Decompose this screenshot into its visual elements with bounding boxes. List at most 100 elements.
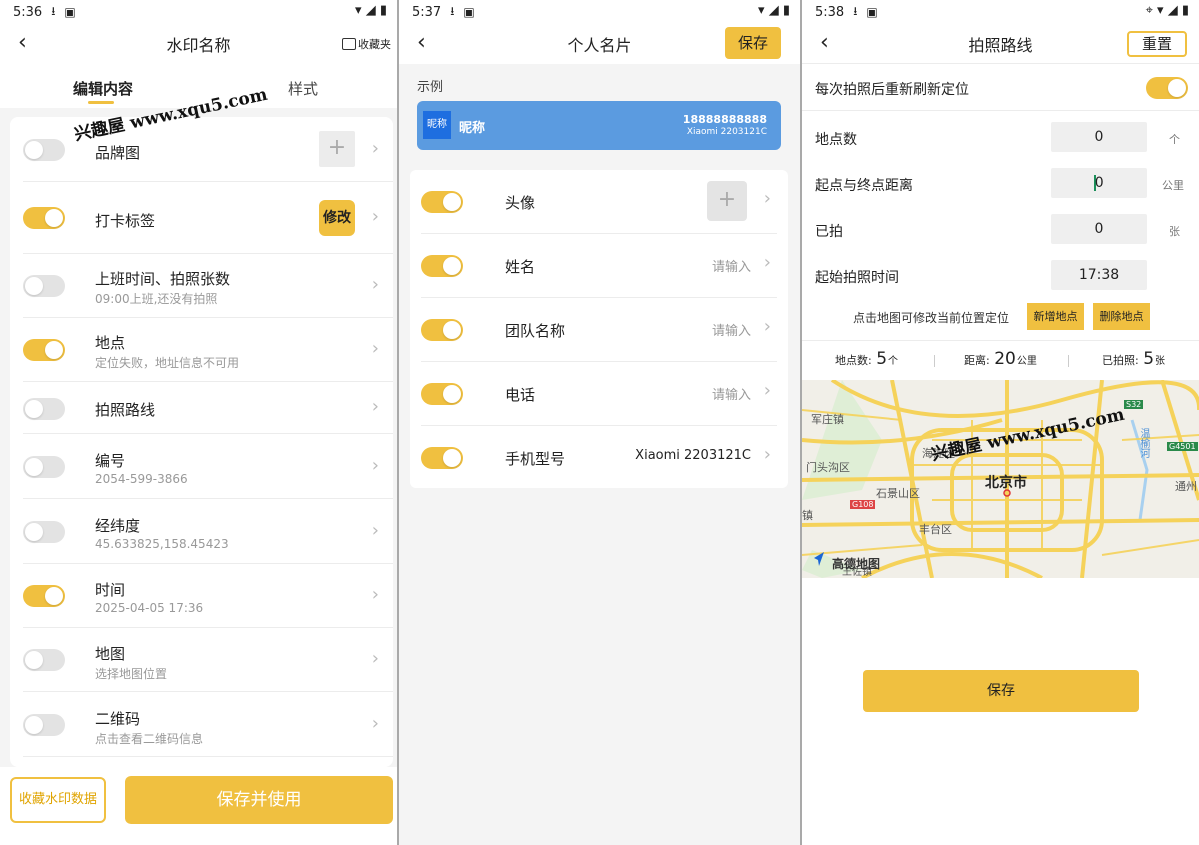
- phone-value[interactable]: 请输入: [712, 384, 751, 403]
- start-time-input[interactable]: 17:38: [1051, 260, 1147, 290]
- name-toggle[interactable]: [421, 255, 463, 277]
- checkin-tag-toggle[interactable]: [23, 207, 65, 229]
- list-item-work-time[interactable]: 上班时间、拍照张数 09:00上班,还没有拍照 ›: [23, 254, 393, 318]
- list-item-team[interactable]: 团队名称 请输入 ›: [421, 298, 777, 362]
- qrcode-toggle[interactable]: [23, 714, 65, 736]
- chevron-right-icon: ›: [371, 396, 379, 417]
- shot-count-input[interactable]: 0: [1051, 214, 1147, 244]
- notification-icon: ▣: [463, 5, 475, 19]
- list-item-map[interactable]: 地图 选择地图位置 ›: [23, 628, 393, 692]
- location-toggle[interactable]: [23, 339, 65, 361]
- card-fields-list: 头像 + › 姓名 请输入 › 团队名称 请输入 › 电话 请输入 › 手机型号…: [410, 170, 788, 488]
- chevron-right-icon: ›: [371, 713, 379, 734]
- list-item-sub: 45.633825,158.45423: [95, 537, 229, 551]
- example-label: 示例: [417, 80, 444, 95]
- team-value[interactable]: 请输入: [712, 320, 751, 339]
- status-bar: 5:36 ⭳ ▣ ▾ ◢ ▮: [0, 0, 397, 24]
- list-item-qrcode[interactable]: 二维码 点击查看二维码信息 ›: [23, 692, 393, 757]
- back-icon[interactable]: ‹: [18, 30, 27, 55]
- list-item-time[interactable]: 时间 2025-04-05 17:36 ›: [23, 564, 393, 628]
- list-item-label: 手机型号: [505, 450, 566, 468]
- name-value[interactable]: 请输入: [712, 256, 751, 275]
- list-item-number[interactable]: 编号 2054-599-3866 ›: [23, 434, 393, 499]
- list-item-phone-model[interactable]: 手机型号 Xiaomi 2203121C ›: [421, 426, 777, 490]
- field-point-count: 地点数 0 个: [802, 122, 1199, 154]
- avatar: 昵称: [423, 111, 451, 139]
- list-item-name[interactable]: 姓名 请输入 ›: [421, 234, 777, 298]
- list-item-label: 时间: [95, 581, 126, 599]
- tab-edit-content[interactable]: 编辑内容: [73, 78, 133, 99]
- download-icon: ⭳: [853, 3, 858, 18]
- delete-point-button[interactable]: 删除地点: [1093, 303, 1150, 330]
- back-icon[interactable]: ‹: [417, 30, 426, 55]
- list-item-label: 团队名称: [505, 322, 566, 340]
- coordinates-toggle[interactable]: [23, 521, 65, 543]
- stat-separator: [1068, 355, 1069, 367]
- signal-battery-icon: ▾ ◢ ▮: [355, 3, 387, 18]
- list-item-label: 打卡标签: [95, 212, 156, 230]
- map-label-road-s32: S32: [1124, 400, 1144, 409]
- watermark-edit-screen: 5:36 ⭳ ▣ ▾ ◢ ▮ ‹ 水印名称 收藏夹 编辑内容 样式 品牌图 + …: [0, 0, 397, 845]
- download-icon: ⭳: [450, 3, 455, 18]
- add-image-icon[interactable]: +: [319, 131, 355, 167]
- list-item-phone[interactable]: 电话 请输入 ›: [421, 362, 777, 426]
- list-item-checkin-tag[interactable]: 打卡标签 修改 ›: [23, 182, 393, 254]
- chevron-right-icon: ›: [371, 138, 379, 159]
- favorites-button[interactable]: 收藏夹: [342, 36, 391, 52]
- refresh-location-toggle[interactable]: [1146, 77, 1188, 99]
- field-label: 起点与终点距离: [815, 178, 913, 194]
- tab-style[interactable]: 样式: [288, 78, 318, 99]
- list-item-label: 地图: [95, 645, 126, 663]
- brand-image-toggle[interactable]: [23, 139, 65, 161]
- list-item-avatar[interactable]: 头像 + ›: [421, 170, 777, 234]
- edit-badge[interactable]: 修改: [319, 200, 355, 236]
- team-toggle[interactable]: [421, 319, 463, 341]
- route-map[interactable]: 军庄镇 门头沟区 海淀区 石景山区 丰台区 镇 通州 温榆河 G108 G450…: [802, 380, 1199, 578]
- map-label-road-g4501: G4501: [1167, 442, 1198, 451]
- distance-input[interactable]: 0: [1051, 168, 1147, 198]
- save-button[interactable]: 保存: [725, 27, 781, 59]
- stat-distance: 距离: 20公里: [964, 349, 1037, 369]
- list-item-sub: 2025-04-05 17:36: [95, 601, 204, 615]
- map-toggle[interactable]: [23, 649, 65, 671]
- save-and-use-button[interactable]: 保存并使用: [125, 776, 393, 824]
- list-item-label: 上班时间、拍照张数: [95, 270, 231, 288]
- work-time-toggle[interactable]: [23, 275, 65, 297]
- business-card-screen: 5:37 ⭳ ▣ ▾ ◢ ▮ ‹ 个人名片 保存 示例 昵称 昵称 188888…: [399, 0, 800, 845]
- map-brand-logo: 高德地图: [832, 557, 881, 571]
- field-label: 地点数: [815, 132, 857, 148]
- list-item-photo-route[interactable]: 拍照路线 ›: [23, 382, 393, 434]
- point-count-input[interactable]: 0: [1051, 122, 1147, 152]
- field-unit: 张: [1169, 225, 1180, 238]
- save-favorite-button[interactable]: 收藏水印数据: [10, 777, 106, 823]
- card-phone: 18888888888: [682, 113, 767, 126]
- reset-button[interactable]: 重置: [1127, 31, 1187, 57]
- save-button[interactable]: 保存: [863, 670, 1139, 712]
- list-item-location[interactable]: 地点 定位失败，地址信息不可用 ›: [23, 318, 393, 382]
- phone-toggle[interactable]: [421, 383, 463, 405]
- card-nickname: 昵称: [459, 121, 486, 136]
- chevron-right-icon: ›: [371, 648, 379, 669]
- field-label: 已拍: [815, 224, 843, 240]
- list-item-label: 编号: [95, 452, 126, 470]
- card-model: Xiaomi 2203121C: [686, 127, 767, 137]
- photo-route-toggle[interactable]: [23, 398, 65, 420]
- number-toggle[interactable]: [23, 456, 65, 478]
- avatar-toggle[interactable]: [421, 191, 463, 213]
- list-item-label: 姓名: [505, 258, 536, 276]
- back-icon[interactable]: ‹: [820, 30, 829, 55]
- list-item-coordinates[interactable]: 经纬度 45.633825,158.45423 ›: [23, 499, 393, 564]
- time-toggle[interactable]: [23, 585, 65, 607]
- chevron-right-icon: ›: [371, 274, 379, 295]
- map-label-city: 北京市: [985, 475, 1027, 491]
- add-point-button[interactable]: 新增地点: [1027, 303, 1084, 330]
- list-item-sub: 09:00上班,还没有拍照: [95, 292, 218, 306]
- list-item-label: 拍照路线: [95, 401, 156, 419]
- settings-list: 品牌图 + › 打卡标签 修改 › 上班时间、拍照张数 09:00上班,还没有拍…: [10, 117, 393, 767]
- field-label: 起始拍照时间: [815, 270, 899, 286]
- list-item-sub: 点击查看二维码信息: [95, 732, 204, 746]
- phone-model-value[interactable]: Xiaomi 2203121C: [635, 448, 751, 463]
- phone-model-toggle[interactable]: [421, 447, 463, 469]
- add-avatar-icon[interactable]: +: [707, 181, 747, 221]
- card-preview: 昵称 昵称 18888888888 Xiaomi 2203121C: [417, 101, 781, 150]
